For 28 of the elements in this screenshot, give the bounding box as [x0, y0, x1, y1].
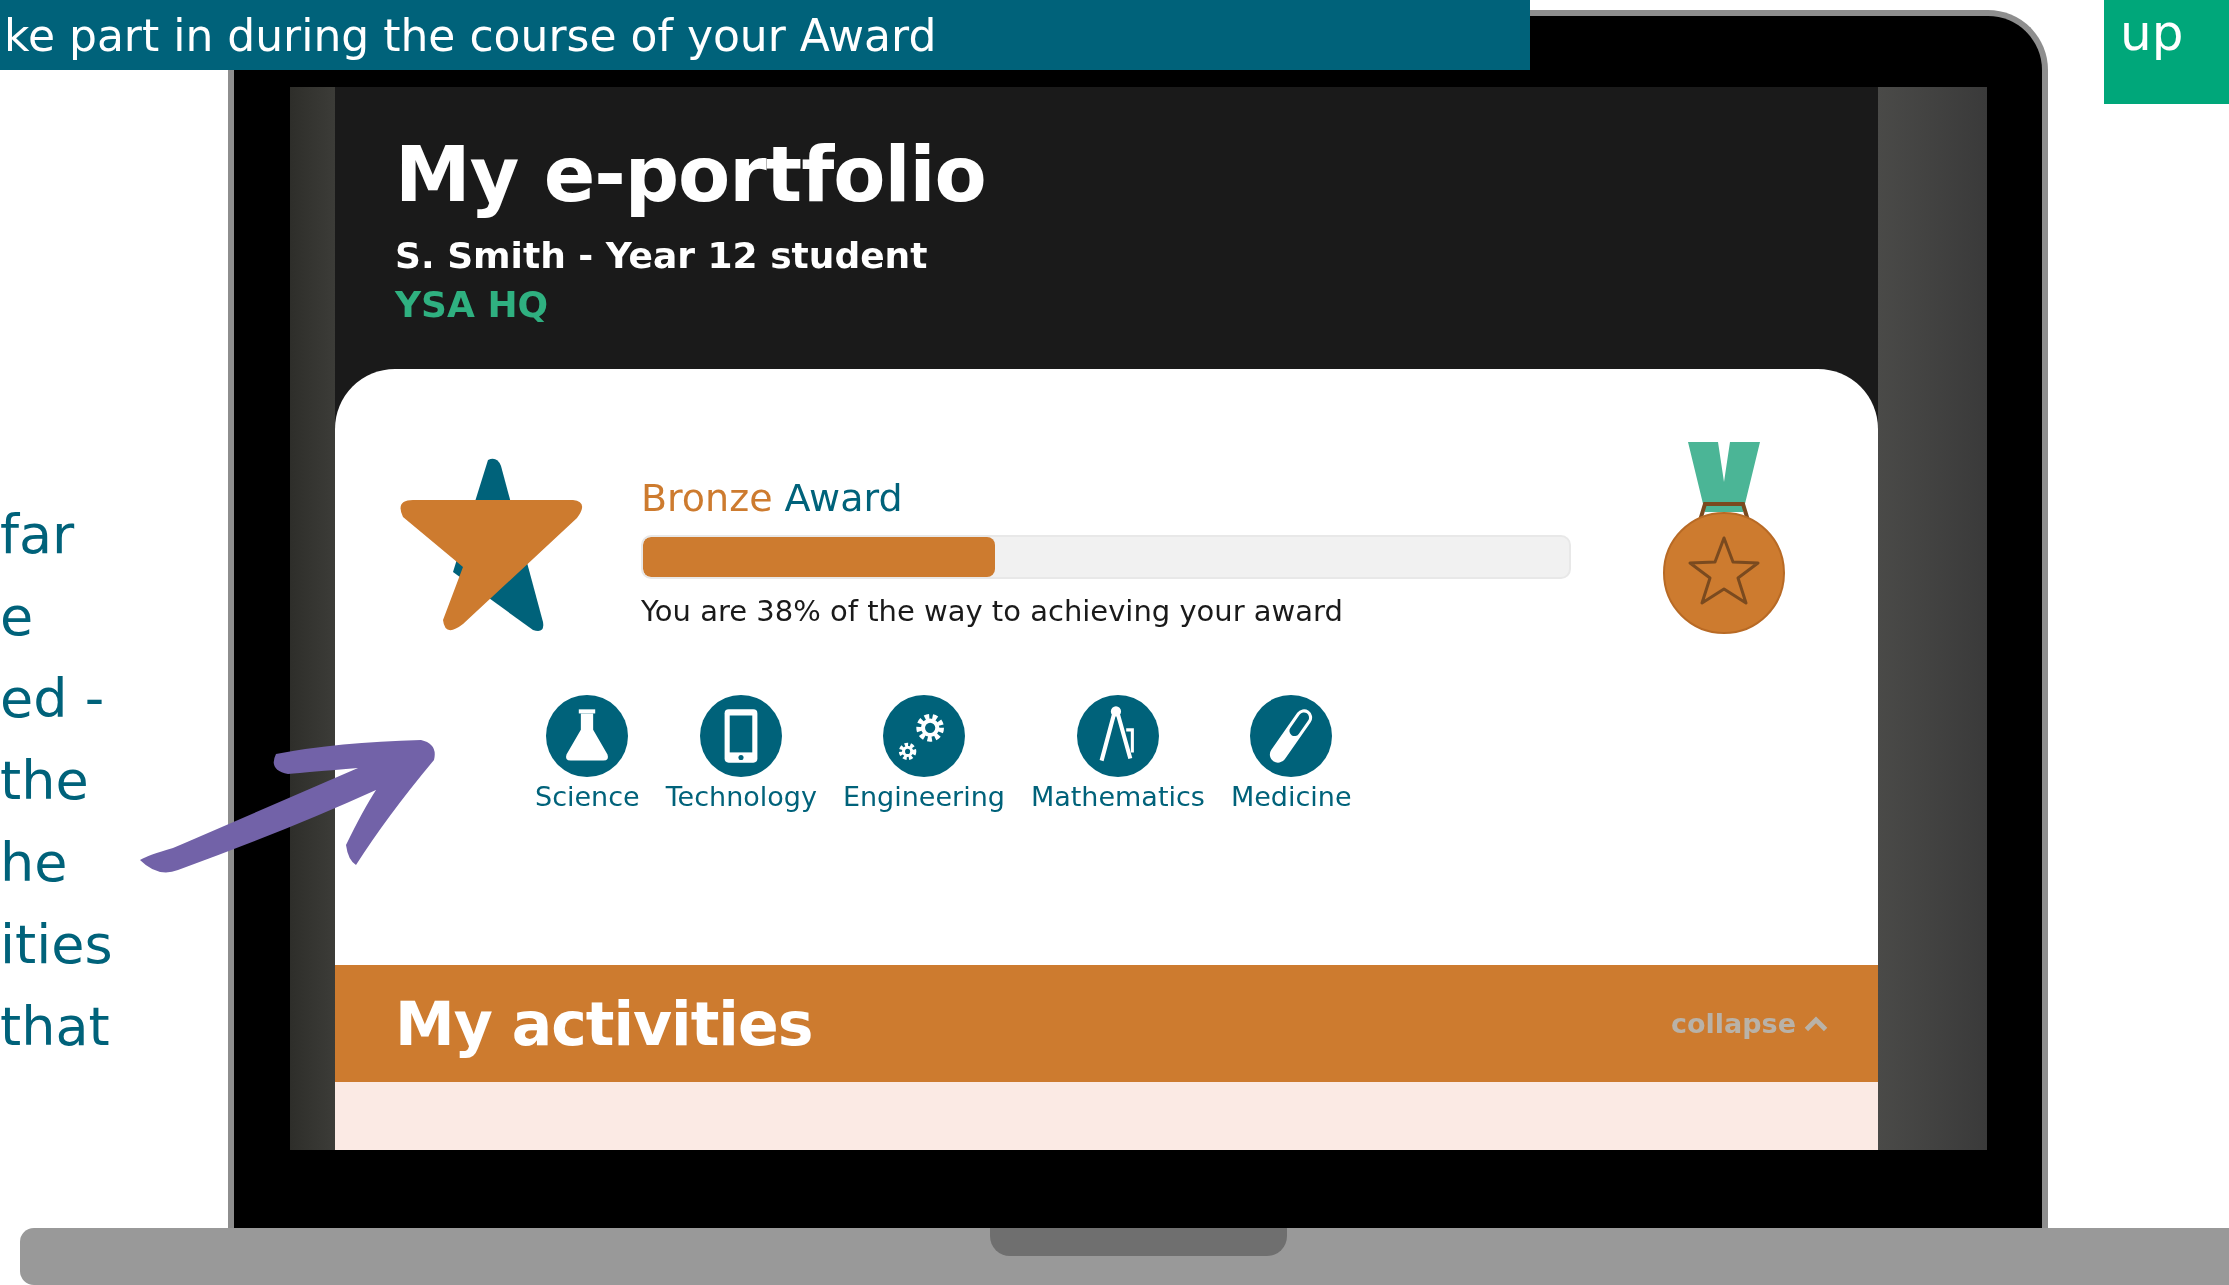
medal-icon: [1663, 442, 1785, 634]
flask-icon: [546, 695, 629, 777]
award-name: Bronze Award: [641, 475, 904, 522]
page-title: My e-portfolio: [395, 129, 987, 221]
subject-label: Medicine: [1230, 780, 1352, 814]
subject-label: Engineering: [842, 780, 1005, 814]
subject-label: Mathematics: [1030, 780, 1205, 814]
side-text-line: ities: [0, 912, 113, 978]
banner-text: ke part in during the course of your Award: [4, 9, 937, 61]
corner-text: up: [2120, 4, 2184, 62]
side-text-line: ed -: [0, 666, 106, 732]
side-text-line: e: [0, 584, 35, 650]
gears-icon: [882, 695, 965, 777]
centre-name: YSA HQ: [395, 283, 550, 327]
side-text-line: he: [0, 830, 69, 896]
student-name: S. Smith - Year 12 student: [395, 234, 929, 278]
subject-label: Technology: [665, 780, 817, 814]
caret-icon: [1804, 1015, 1828, 1032]
collapse-button[interactable]: collapse: [1671, 1008, 1828, 1039]
pill-icon: [1250, 695, 1333, 777]
section-title: My activities: [395, 988, 813, 1059]
compass-icon: [1076, 695, 1159, 777]
side-text-line: the: [0, 748, 90, 814]
side-text-line: that: [0, 994, 111, 1060]
tablet-icon: [700, 695, 783, 777]
progress-caption: You are 38% of the way to achieving your award: [641, 593, 1344, 630]
subject-label: Science: [535, 780, 640, 814]
side-text-line: far: [0, 502, 76, 568]
